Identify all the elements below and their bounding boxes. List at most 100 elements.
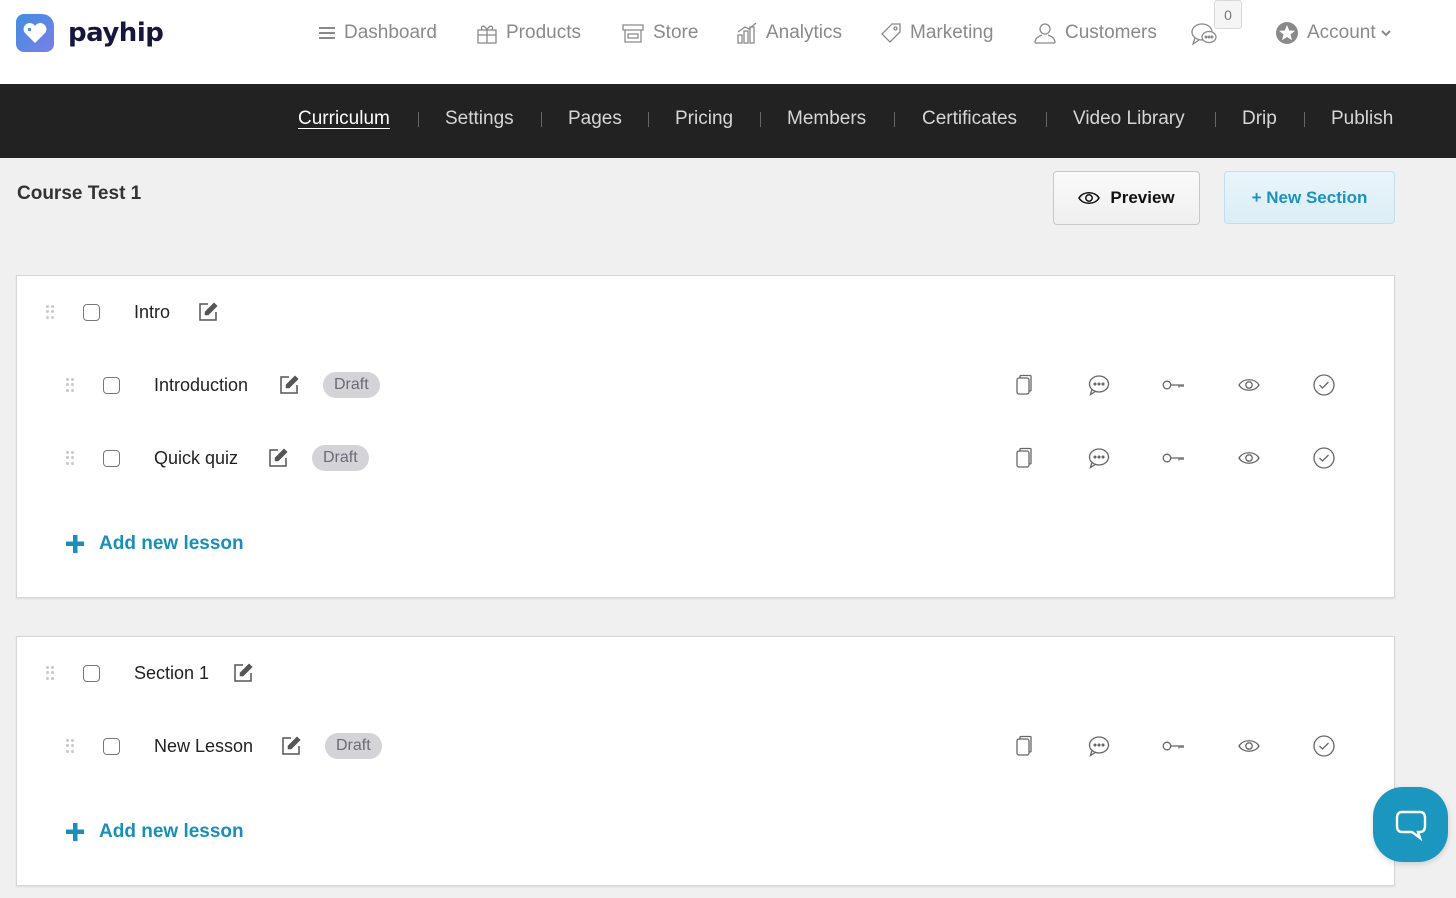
comment-icon[interactable]: [1087, 446, 1111, 470]
key-icon[interactable]: [1162, 734, 1186, 758]
add-lesson-label: Add new lesson: [99, 533, 244, 554]
course-title: Course Test 1: [17, 183, 142, 204]
subnav-divider: [894, 112, 895, 127]
account-menu[interactable]: Account: [1275, 18, 1391, 48]
lesson-checkbox[interactable]: [103, 449, 120, 467]
drag-handle-icon[interactable]: [46, 666, 54, 680]
edit-icon[interactable]: [268, 448, 288, 468]
tab-pricing[interactable]: Pricing: [675, 108, 733, 130]
lesson-title[interactable]: Introduction: [154, 375, 248, 396]
nav-marketing-label: Marketing: [910, 22, 994, 43]
eye-icon[interactable]: [1237, 373, 1261, 397]
copy-icon[interactable]: [1012, 373, 1036, 397]
key-icon[interactable]: [1162, 373, 1186, 397]
nav-products-label: Products: [506, 22, 581, 43]
section-header-row: Section 1: [17, 658, 1394, 688]
comment-icon[interactable]: [1087, 734, 1111, 758]
eye-icon[interactable]: [1237, 446, 1261, 470]
gift-icon: [477, 25, 497, 44]
tab-drip[interactable]: Drip: [1242, 108, 1277, 130]
user-icon: [1034, 23, 1056, 44]
tab-certificates[interactable]: Certificates: [922, 108, 1017, 130]
payhip-logo[interactable]: payhip: [16, 14, 164, 52]
add-lesson-button[interactable]: Add new lesson: [65, 533, 244, 555]
nav-products[interactable]: Products: [476, 18, 581, 48]
account-label: Account: [1307, 22, 1376, 43]
section-title: Intro: [134, 301, 171, 322]
section-checkbox[interactable]: [83, 303, 100, 321]
status-badge: Draft: [312, 445, 369, 471]
comment-icon[interactable]: [1087, 373, 1111, 397]
section-card: Section 1 New Lesson Draft Add new lesso…: [16, 636, 1395, 886]
lesson-row: Introduction Draft: [17, 370, 1394, 400]
nav-analytics-label: Analytics: [766, 22, 843, 43]
drag-handle-icon[interactable]: [66, 739, 74, 753]
tag-icon: [881, 23, 901, 43]
subnav-divider: [541, 112, 542, 127]
messages-button[interactable]: 0: [1188, 0, 1248, 60]
copy-icon[interactable]: [1012, 446, 1036, 470]
check-circle-icon[interactable]: [1312, 734, 1336, 758]
nav-store-label: Store: [653, 22, 699, 43]
lesson-title[interactable]: New Lesson: [154, 736, 253, 757]
subnav-divider: [418, 112, 419, 127]
subnav-divider: [1215, 112, 1216, 127]
preview-button[interactable]: Preview: [1053, 171, 1200, 225]
drag-handle-icon[interactable]: [66, 378, 74, 392]
drag-handle-icon[interactable]: [46, 305, 54, 319]
drag-handle-icon[interactable]: [66, 451, 74, 465]
tab-settings[interactable]: Settings: [445, 108, 514, 130]
subnav-divider: [648, 112, 649, 127]
chevron-down-icon: [1380, 30, 1391, 37]
help-chat-button[interactable]: [1373, 787, 1448, 862]
lesson-row: New Lesson Draft: [17, 731, 1394, 761]
messages-count-badge: 0: [1214, 0, 1242, 29]
nav-dashboard[interactable]: Dashboard: [318, 18, 437, 48]
top-navbar: payhip Dashboard Products Store Analytic…: [0, 0, 1456, 84]
section-title: Section 1: [134, 662, 210, 683]
subnav-divider: [1304, 112, 1305, 127]
lesson-checkbox[interactable]: [103, 376, 120, 394]
copy-icon[interactable]: [1012, 734, 1036, 758]
edit-icon[interactable]: [233, 663, 253, 683]
add-lesson-button[interactable]: Add new lesson: [65, 821, 244, 843]
edit-icon[interactable]: [198, 302, 218, 322]
eye-icon[interactable]: [1237, 734, 1261, 758]
check-circle-icon[interactable]: [1312, 373, 1336, 397]
section-card: Intro Introduction Draft Quick quiz Draf…: [16, 275, 1395, 598]
course-subnav: Curriculum Settings Pages Pricing Member…: [0, 84, 1456, 158]
tab-publish[interactable]: Publish: [1331, 108, 1393, 130]
tab-pages[interactable]: Pages: [568, 108, 622, 130]
plus-icon: [66, 535, 84, 553]
logo-heart-icon: [16, 14, 54, 52]
eye-icon: [1078, 192, 1101, 204]
menu-icon: [319, 27, 335, 39]
tab-video-library[interactable]: Video Library: [1073, 108, 1185, 130]
nav-marketing[interactable]: Marketing: [880, 18, 993, 48]
lesson-row: Quick quiz Draft: [17, 443, 1394, 473]
tab-curriculum[interactable]: Curriculum: [298, 108, 390, 130]
edit-icon[interactable]: [281, 736, 301, 756]
speech-bubble-icon: [1395, 810, 1426, 841]
plus-icon: [66, 823, 84, 841]
nav-customers[interactable]: Customers: [1033, 18, 1157, 48]
key-icon[interactable]: [1162, 446, 1186, 470]
section-checkbox[interactable]: [83, 664, 100, 682]
new-section-button[interactable]: + New Section: [1224, 171, 1395, 224]
edit-icon[interactable]: [279, 375, 299, 395]
nav-analytics[interactable]: Analytics: [736, 18, 842, 48]
account-star-icon: [1276, 22, 1298, 44]
store-icon: [622, 24, 644, 43]
chart-icon: [737, 22, 757, 44]
lesson-checkbox[interactable]: [103, 737, 120, 755]
brand-name: payhip: [68, 18, 164, 48]
check-circle-icon[interactable]: [1312, 446, 1336, 470]
lesson-title[interactable]: Quick quiz: [154, 448, 238, 469]
nav-store[interactable]: Store: [621, 18, 698, 48]
add-lesson-label: Add new lesson: [99, 821, 244, 842]
status-badge: Draft: [325, 733, 382, 759]
subnav-divider: [1046, 112, 1047, 127]
nav-customers-label: Customers: [1065, 22, 1157, 43]
tab-members[interactable]: Members: [787, 108, 866, 130]
section-header-row: Intro: [17, 297, 1394, 327]
